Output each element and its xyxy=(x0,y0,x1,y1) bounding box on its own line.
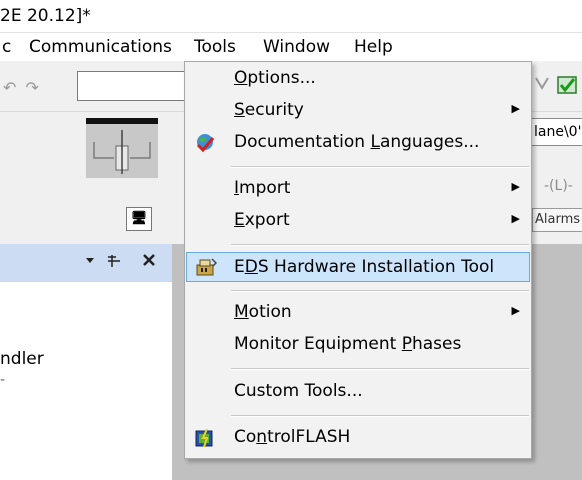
menu-item-export[interactable]: Export ▶ xyxy=(186,206,530,234)
menu-separator xyxy=(231,290,529,292)
label-accel: P xyxy=(401,334,412,354)
label-post: anguages... xyxy=(379,132,480,152)
menu-separator xyxy=(231,166,529,168)
menu-item-tools[interactable]: Tools xyxy=(192,37,238,57)
label-accel: E xyxy=(234,210,245,230)
submenu-arrow-icon: ▶ xyxy=(511,102,520,115)
label-post: otion xyxy=(248,302,292,322)
label-pre: Monitor Equipment xyxy=(234,334,402,354)
label-accel: M xyxy=(234,302,249,322)
title-bar: 2E 20.12]* xyxy=(0,0,582,33)
menu-item-options[interactable]: Options... xyxy=(186,64,530,92)
label-pre: E xyxy=(234,257,245,277)
label-accel: n xyxy=(256,427,268,447)
menu-bar: c Communications Tools Window Help xyxy=(0,33,582,61)
menu-item-partial[interactable]: c xyxy=(0,37,13,57)
label-accel: D xyxy=(244,257,258,277)
eds-hardware-icon xyxy=(195,257,218,277)
label-post: S Hardware Installation Tool xyxy=(257,257,495,277)
tab-alarms[interactable]: Alarms xyxy=(532,208,582,232)
tools-dropdown-menu: Options... Security ▶ Documentation Lang… xyxy=(184,61,532,459)
undo-redo-icon[interactable]: ↶ ↷ xyxy=(3,78,41,97)
menu-item-communications[interactable]: Communications xyxy=(27,37,174,57)
menu-separator xyxy=(231,415,529,417)
pane-controls[interactable] xyxy=(84,251,164,276)
label-post: ecurity xyxy=(244,100,304,120)
menu-item-monitor-equipment-phases[interactable]: Monitor Equipment Phases xyxy=(186,330,530,358)
label-post: mport xyxy=(239,178,291,198)
menu-item-controlflash[interactable]: ControlFLASH xyxy=(186,423,530,451)
menu-item-window[interactable]: Window xyxy=(261,37,332,57)
submenu-arrow-icon: ▶ xyxy=(511,180,520,193)
menu-item-help[interactable]: Help xyxy=(352,37,395,57)
submenu-arrow-icon: ▶ xyxy=(511,212,520,225)
menu-separator xyxy=(231,368,529,370)
globe-check-icon xyxy=(195,133,215,153)
menu-item-security[interactable]: Security ▶ xyxy=(186,96,530,124)
menu-item-motion[interactable]: Motion ▶ xyxy=(186,298,530,326)
label-post: hases xyxy=(411,334,462,354)
controlflash-icon xyxy=(195,428,215,448)
menu-item-import[interactable]: Import ▶ xyxy=(186,174,530,202)
label-post: trolFLASH xyxy=(267,427,351,447)
menu-item-custom-tools[interactable]: Custom Tools... xyxy=(186,377,530,405)
verify-icon[interactable] xyxy=(534,74,580,103)
menu-item-eds-hardware-installation-tool[interactable]: EDS Hardware Installation Tool xyxy=(186,252,530,282)
label-accel: O xyxy=(234,68,248,88)
pane-item-text-2: - xyxy=(0,372,6,388)
label-pre: Co xyxy=(234,427,257,447)
label-post: ptions... xyxy=(247,68,316,88)
toolbar-combo[interactable] xyxy=(77,71,191,101)
menu-item-documentation-languages[interactable]: Documentation Languages... xyxy=(186,128,530,156)
label-pre: Custom Tools... xyxy=(234,381,363,401)
pane-item-text: ndler xyxy=(0,349,44,369)
label-post: xport xyxy=(244,210,290,230)
coil-element[interactable]: -(L)- xyxy=(544,178,573,194)
window-title: 2E 20.12]* xyxy=(0,6,91,26)
panel-button[interactable]: 🖥 xyxy=(126,207,152,231)
routine-path-box[interactable]: lane\0' xyxy=(530,118,582,146)
submenu-arrow-icon: ▶ xyxy=(511,304,520,317)
menu-separator xyxy=(231,244,529,246)
label-pre: Documentation xyxy=(234,132,371,152)
label-accel: L xyxy=(370,132,380,152)
label-accel: S xyxy=(234,100,245,120)
ladder-rung-icon xyxy=(86,118,158,178)
